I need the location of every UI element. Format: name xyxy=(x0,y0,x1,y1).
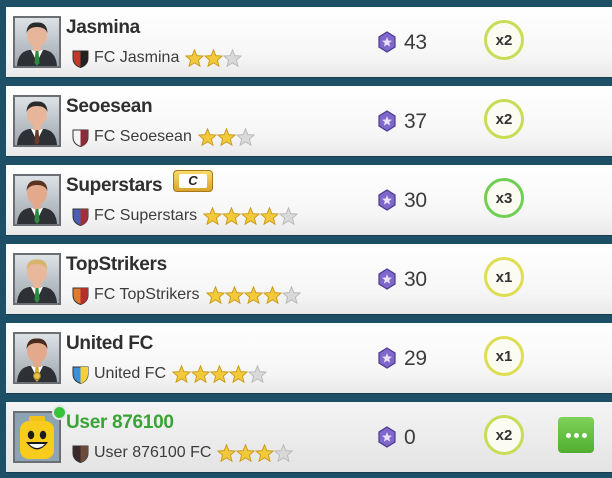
leaderboard-row[interactable]: United FC United FC 29 x1 xyxy=(6,323,612,393)
multiplier-badge[interactable]: x1 xyxy=(484,257,524,297)
points-value: 30 xyxy=(404,189,427,212)
multiplier-badge[interactable]: x2 xyxy=(484,99,524,139)
star-empty-icon xyxy=(248,365,268,383)
lego-face-icon xyxy=(13,411,61,463)
multiplier-badge[interactable]: x1 xyxy=(484,336,524,376)
star-icon xyxy=(185,49,205,67)
club-info: United FC xyxy=(72,363,268,385)
star-icon xyxy=(241,207,261,225)
shield-orange-red-icon xyxy=(72,287,89,305)
club-rating xyxy=(203,207,299,225)
leaderboard-row-current-user[interactable]: User 876100 User 876100 FC 0 x2 xyxy=(6,402,612,472)
gem-icon xyxy=(378,426,396,448)
club-name: FC Jasmina xyxy=(94,49,180,66)
star-icon xyxy=(205,286,225,304)
player-name: Jasmina xyxy=(66,17,140,38)
club-rating xyxy=(217,444,294,462)
man-suit-green-tie-blond-icon xyxy=(13,253,61,305)
star-icon xyxy=(260,207,280,225)
multiplier-label: x1 xyxy=(495,347,513,365)
multiplier-label: x2 xyxy=(495,110,513,128)
shield-blue-yellow-icon xyxy=(72,366,89,384)
gem-icon xyxy=(378,268,396,290)
multiplier-badge[interactable]: x3 xyxy=(484,178,524,218)
points-value: 29 xyxy=(404,347,427,370)
club-info: FC Superstars xyxy=(72,205,299,227)
multiplier-label: x1 xyxy=(495,268,513,286)
star-icon xyxy=(236,444,256,462)
player-name: User 876100 xyxy=(66,412,174,433)
shield-white-maroon-icon xyxy=(72,129,89,147)
star-icon xyxy=(262,286,282,304)
gem-icon xyxy=(378,110,396,132)
club-info: User 876100 FC xyxy=(72,442,294,464)
player-name: Seoesean xyxy=(66,96,153,117)
club-name: FC Seoesean xyxy=(94,128,192,145)
multiplier-label: x2 xyxy=(495,31,513,49)
man-suit-medal-icon xyxy=(13,332,61,384)
star-icon xyxy=(243,286,263,304)
leaderboard-row[interactable]: Seoesean FC Seoesean 37 x2 xyxy=(6,86,612,156)
shield-red-black-icon xyxy=(72,50,89,68)
star-icon xyxy=(191,365,211,383)
star-icon xyxy=(210,365,230,383)
player-name: Superstars xyxy=(66,175,163,196)
leaderboard: Jasmina FC Jasmina 43 x2 Seoesean FC Seo… xyxy=(0,0,612,478)
star-icon xyxy=(203,207,223,225)
shield-blue-maroon-icon xyxy=(72,208,89,226)
man-suit-green-tie-icon xyxy=(13,16,61,68)
captain-badge: C xyxy=(173,170,213,192)
man-suit-brown-tie-icon xyxy=(13,95,61,147)
points-value: 37 xyxy=(404,110,427,133)
shield-dark-icon xyxy=(72,445,89,463)
club-rating xyxy=(197,128,255,146)
star-icon xyxy=(197,128,217,146)
points-value: 0 xyxy=(404,426,416,449)
club-name: User 876100 FC xyxy=(94,444,212,461)
leaderboard-row[interactable]: Superstars C FC Superstars 30 x3 xyxy=(6,165,612,235)
points-value: 43 xyxy=(404,31,427,54)
club-info: FC Seoesean xyxy=(72,126,255,148)
star-empty-icon xyxy=(281,286,301,304)
gem-icon xyxy=(378,31,396,53)
star-icon xyxy=(229,365,249,383)
star-empty-icon xyxy=(279,207,299,225)
gem-icon xyxy=(378,347,396,369)
club-rating xyxy=(185,49,243,67)
star-icon xyxy=(204,49,224,67)
leaderboard-row[interactable]: Jasmina FC Jasmina 43 x2 xyxy=(6,7,612,77)
player-name: TopStrikers xyxy=(66,254,167,275)
star-icon xyxy=(224,286,244,304)
multiplier-badge[interactable]: x2 xyxy=(484,415,524,455)
star-icon xyxy=(222,207,242,225)
player-name: United FC xyxy=(66,333,154,354)
star-empty-icon xyxy=(235,128,255,146)
club-rating xyxy=(172,365,268,383)
more-options-icon[interactable] xyxy=(558,417,594,453)
captain-badge-label: C xyxy=(179,174,207,188)
star-icon xyxy=(217,444,237,462)
points-value: 30 xyxy=(404,268,427,291)
club-rating xyxy=(205,286,301,304)
star-empty-icon xyxy=(223,49,243,67)
club-info: FC Jasmina xyxy=(72,47,243,69)
star-icon xyxy=(255,444,275,462)
star-icon xyxy=(172,365,192,383)
multiplier-label: x3 xyxy=(495,189,513,207)
leaderboard-row[interactable]: TopStrikers FC TopStrikers 30 x1 xyxy=(6,244,612,314)
star-icon xyxy=(216,128,236,146)
club-info: FC TopStrikers xyxy=(72,284,301,306)
man-suit-green-tie-icon xyxy=(13,174,61,226)
club-name: FC TopStrikers xyxy=(94,286,200,303)
multiplier-label: x2 xyxy=(495,426,513,444)
online-status-dot xyxy=(52,405,67,420)
club-name: FC Superstars xyxy=(94,207,198,224)
multiplier-badge[interactable]: x2 xyxy=(484,20,524,60)
gem-icon xyxy=(378,189,396,211)
club-name: United FC xyxy=(94,365,167,382)
star-empty-icon xyxy=(274,444,294,462)
